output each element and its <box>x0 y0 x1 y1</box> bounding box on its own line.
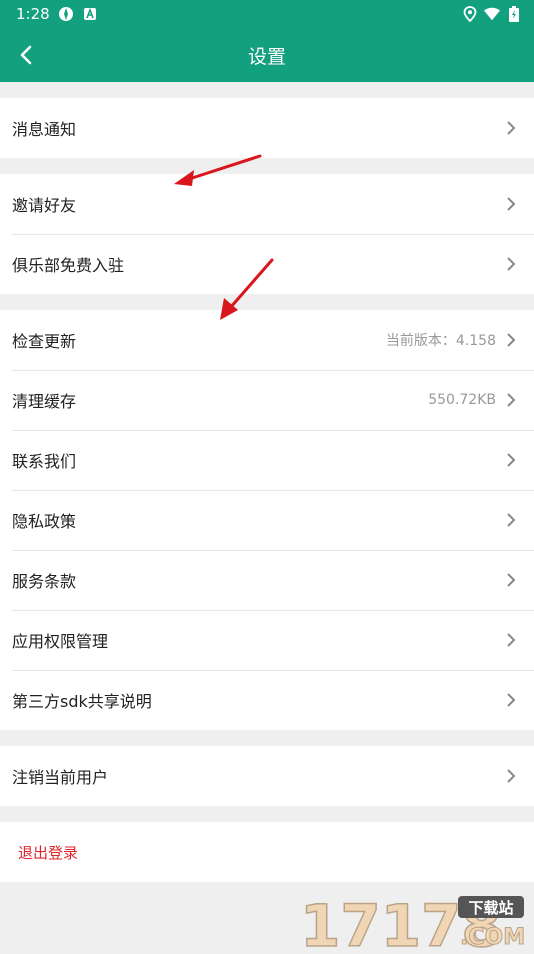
letter-a-icon <box>82 6 98 22</box>
settings-item-deactivate-user[interactable]: 注销当前用户 <box>0 746 534 806</box>
chevron-right-icon <box>506 452 518 468</box>
chevron-left-icon <box>20 45 32 65</box>
settings-item-label: 隐私政策 <box>12 512 77 531</box>
cache-size-value: 550.72KB <box>428 392 496 408</box>
annotation-arrow-2 <box>220 258 274 320</box>
chevron-right-icon <box>506 768 518 784</box>
status-bar: 1:28 <box>0 0 534 28</box>
settings-item-notifications[interactable]: 消息通知 <box>0 98 534 158</box>
settings-item-label: 消息通知 <box>12 120 77 139</box>
chevron-right-icon <box>506 692 518 708</box>
wifi-icon <box>484 6 500 22</box>
settings-group-4: 注销当前用户 <box>0 746 534 806</box>
settings-item-label: 联系我们 <box>12 452 77 471</box>
chevron-right-icon <box>506 196 518 212</box>
app-bar: 设置 <box>0 28 534 82</box>
logout-button[interactable]: 退出登录 <box>0 822 534 882</box>
page-title: 设置 <box>247 45 286 68</box>
chevron-right-icon <box>506 572 518 588</box>
watermark-domain: .COM <box>460 925 525 950</box>
settings-item-third-party-sdk[interactable]: 第三方sdk共享说明 <box>0 670 534 730</box>
location-icon <box>462 6 478 22</box>
settings-item-app-permissions[interactable]: 应用权限管理 <box>0 610 534 670</box>
watermark-logo: 17178 下载站 .COM <box>298 890 528 954</box>
settings-item-label: 注销当前用户 <box>12 768 109 787</box>
group-gap <box>0 730 534 746</box>
settings-group-3: 检查更新 当前版本：4.158 清理缓存 550.72KB 联系我们 隐私政策 … <box>0 310 534 730</box>
chevron-right-icon <box>506 632 518 648</box>
settings-item-label: 俱乐部免费入驻 <box>12 256 125 275</box>
back-button[interactable] <box>8 37 44 73</box>
settings-item-label: 清理缓存 <box>12 392 77 411</box>
settings-item-label: 服务条款 <box>12 572 77 591</box>
chevron-right-icon <box>506 120 518 136</box>
settings-item-terms-of-service[interactable]: 服务条款 <box>0 550 534 610</box>
chevron-right-icon <box>506 332 518 348</box>
settings-item-contact-us[interactable]: 联系我们 <box>0 430 534 490</box>
chevron-right-icon <box>506 256 518 272</box>
battery-icon <box>506 6 522 22</box>
settings-item-label: 检查更新 <box>12 332 77 351</box>
settings-item-label: 应用权限管理 <box>12 632 109 651</box>
settings-item-label: 第三方sdk共享说明 <box>12 692 152 711</box>
app-notification-icon <box>58 6 74 22</box>
chevron-right-icon <box>506 512 518 528</box>
settings-group-1: 消息通知 <box>0 98 534 158</box>
version-value: 当前版本：4.158 <box>385 333 496 349</box>
logout-label: 退出登录 <box>18 843 79 862</box>
watermark-tag: 下载站 <box>468 899 513 917</box>
chevron-right-icon <box>506 392 518 408</box>
group-gap <box>0 82 534 98</box>
group-gap <box>0 806 534 822</box>
settings-list: 消息通知 邀请好友 俱乐部免费入驻 检查更新 当前版本：4.158 清理缓存 5… <box>0 82 534 882</box>
annotation-arrow-1 <box>174 154 262 186</box>
settings-item-label: 邀请好友 <box>12 196 77 215</box>
settings-item-privacy-policy[interactable]: 隐私政策 <box>0 490 534 550</box>
status-time: 1:28 <box>16 5 50 23</box>
settings-item-clear-cache[interactable]: 清理缓存 550.72KB <box>0 370 534 430</box>
